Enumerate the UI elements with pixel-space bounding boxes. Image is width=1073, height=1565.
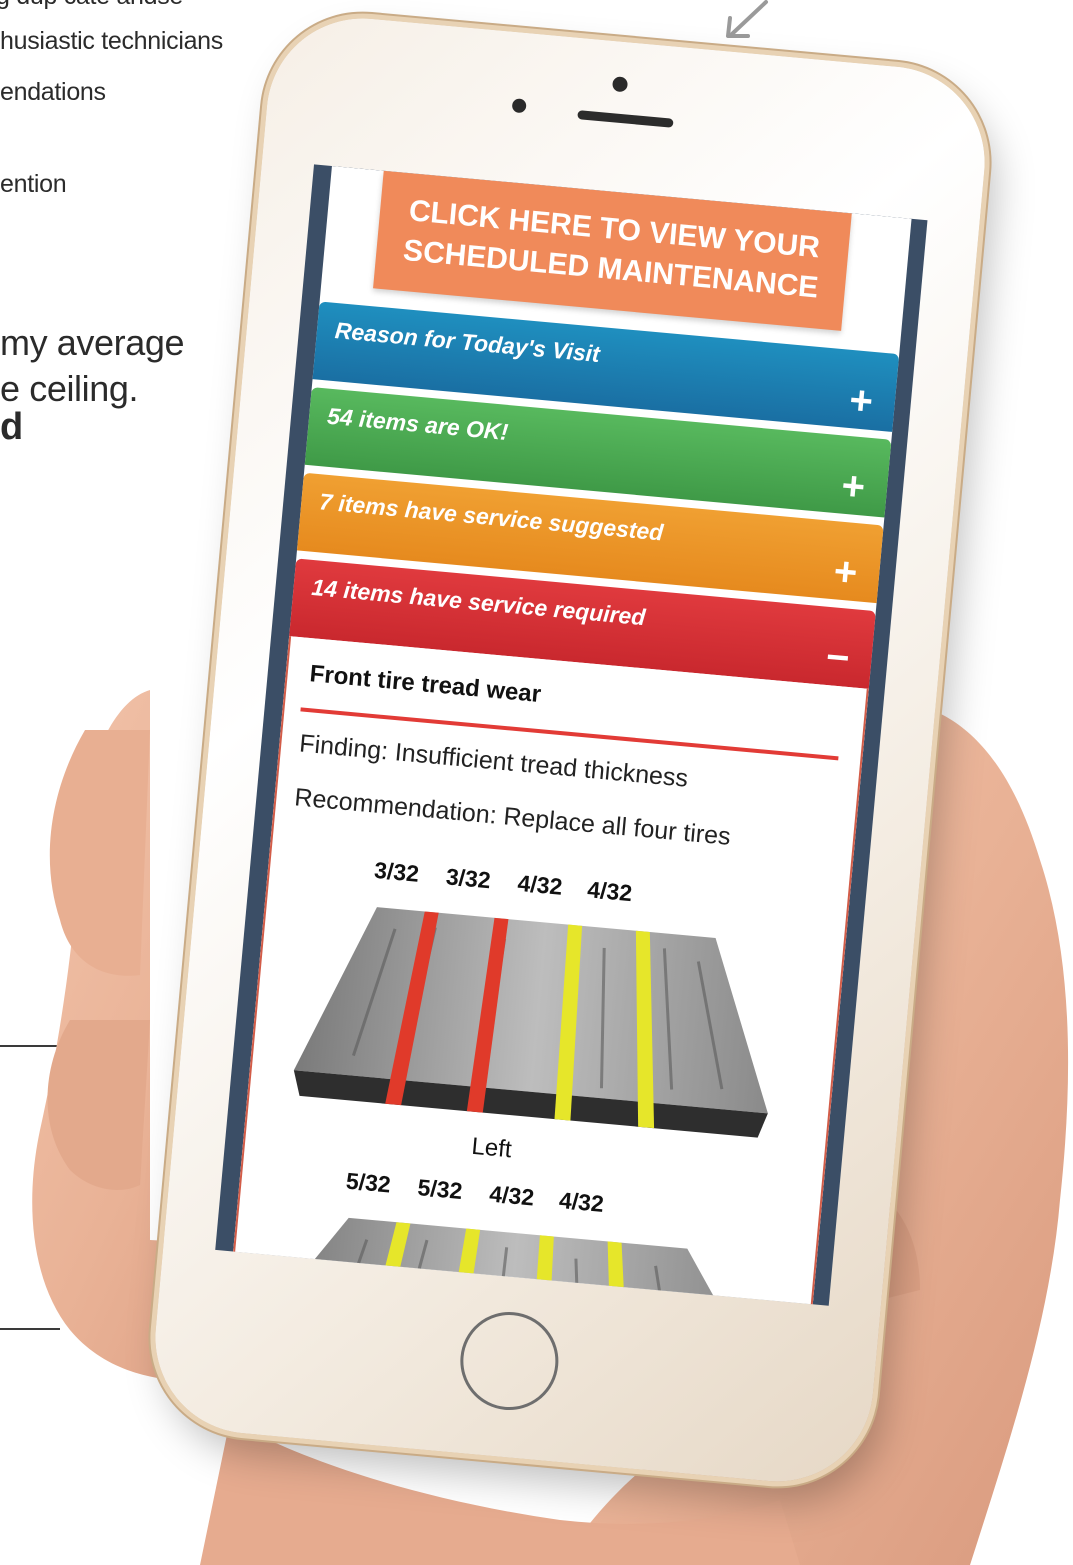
tread-measurement: 4/32	[558, 1186, 605, 1217]
smartphone: CLICK HERE TO VIEW YOUR SCHEDULED MAINTE…	[147, 10, 993, 1490]
tread-measurement: 5/32	[416, 1174, 464, 1205]
tread-measurement: 4/32	[488, 1180, 536, 1211]
tread-measurement: 4/32	[586, 876, 634, 907]
section-label: Reason for Today's Visit	[333, 317, 601, 368]
left-tire-tread-image	[293, 907, 768, 1138]
minus-icon[interactable]: −	[824, 635, 851, 681]
item-title: Front tire tread wear	[308, 660, 543, 709]
section-label: 54 items are OK!	[326, 402, 510, 446]
plus-icon[interactable]: +	[840, 464, 867, 510]
plus-icon[interactable]: +	[848, 378, 875, 424]
section-label: 14 items have service required	[310, 573, 647, 631]
plus-icon[interactable]: +	[832, 549, 859, 595]
tread-measurement: 3/32	[444, 863, 492, 894]
section-label: 7 items have service suggested	[318, 488, 665, 546]
service-required-panel: Front tire tread wear Finding: Insuffici…	[231, 636, 869, 1306]
phone-screen: CLICK HERE TO VIEW YOUR SCHEDULED MAINTE…	[215, 164, 928, 1306]
tire-position-label: Left	[470, 1132, 513, 1164]
recommendation-text: Recommendation: Replace all four tires	[293, 783, 732, 851]
tread-measurement: 5/32	[344, 1167, 392, 1198]
inspection-report: CLICK HERE TO VIEW YOUR SCHEDULED MAINTE…	[231, 166, 912, 1306]
tread-measurement: 3/32	[373, 856, 421, 887]
tread-measurement: 4/32	[516, 869, 564, 900]
